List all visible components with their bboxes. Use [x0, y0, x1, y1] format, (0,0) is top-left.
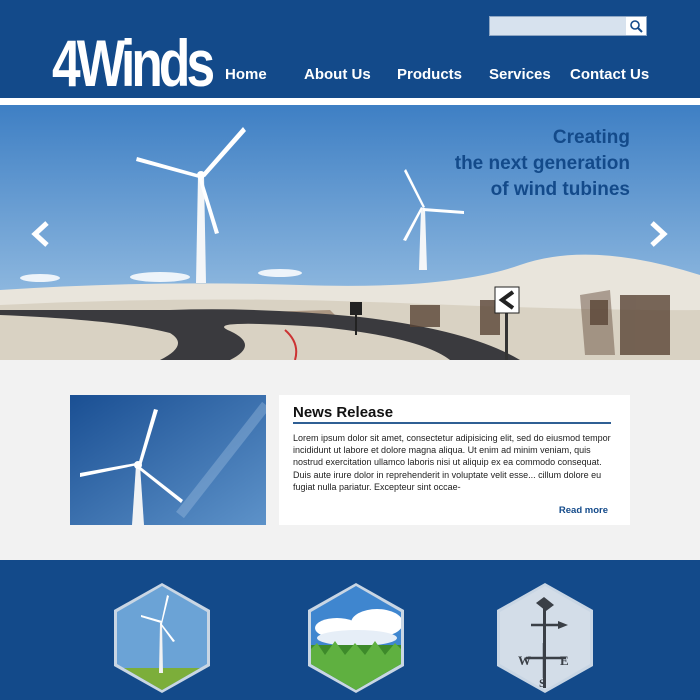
hero-headline-line: Creating [552, 127, 630, 148]
read-more-link[interactable]: Read more [559, 505, 608, 516]
hexagon-tile-turbine[interactable] [113, 583, 211, 693]
news-title-underline [293, 422, 611, 424]
news-image [70, 395, 266, 525]
slider-next-button[interactable] [646, 219, 670, 249]
compass-letter-w: W [518, 653, 531, 668]
header-divider [0, 98, 700, 105]
chevron-right-icon [650, 221, 668, 247]
news-panel: News Release Lorem ipsum dolor sit amet,… [279, 395, 630, 525]
site-logo[interactable]: 4Winds [52, 26, 215, 100]
chevron-left-icon [31, 221, 49, 247]
hero-headline-line: of wind tubines [490, 179, 630, 200]
search-button[interactable] [626, 17, 646, 35]
hero-headline-line: the next generation [454, 153, 630, 174]
compass-letter-e: E [560, 653, 569, 668]
nav-contact-us[interactable]: Contact Us [570, 66, 649, 88]
search-input[interactable] [489, 16, 647, 36]
news-title: News Release [293, 404, 394, 421]
nav-services[interactable]: Services [489, 66, 551, 88]
nav-about-us[interactable]: About Us [304, 66, 371, 88]
wind-turbine-photo [70, 395, 266, 525]
hexagon-tile-weathervane[interactable]: W E S [496, 583, 594, 693]
search-icon [630, 20, 643, 33]
hero-slider: Creating the next generation of wind tub… [0, 105, 700, 360]
nav-products[interactable]: Products [397, 66, 462, 88]
news-body: Lorem ipsum dolor sit amet, consectetur … [293, 433, 611, 492]
site-header: 4Winds Home About Us Products Services C… [0, 0, 700, 100]
hero-headline: Creating the next generation of wind tub… [455, 125, 630, 203]
hexagon-tile-field[interactable] [307, 583, 405, 693]
slider-prev-button[interactable] [29, 219, 53, 249]
nav-home[interactable]: Home [225, 66, 267, 88]
